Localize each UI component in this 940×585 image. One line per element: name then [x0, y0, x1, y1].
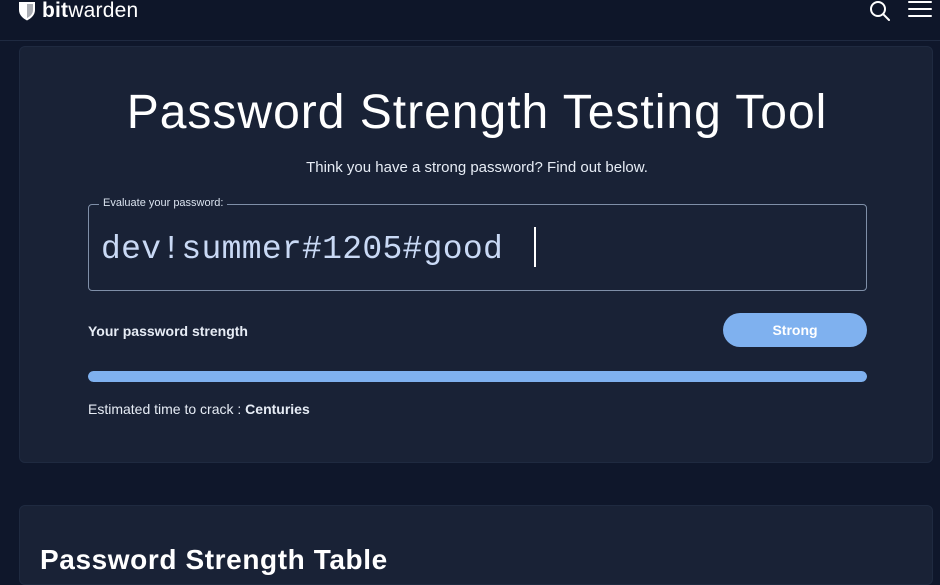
- password-strength-table-card: Password Strength Table: [19, 505, 933, 585]
- shield-logo-icon: [19, 2, 35, 21]
- hamburger-menu-button[interactable]: [906, 0, 934, 20]
- bitwarden-logo[interactable]: bitwarden: [18, 0, 138, 22]
- strength-progress-fill: [88, 371, 867, 382]
- password-field[interactable]: Evaluate your password:: [88, 197, 867, 291]
- hamburger-menu-icon-line: [908, 1, 932, 3]
- section-title: Password Strength Table: [40, 544, 388, 575]
- text-cursor: [534, 227, 536, 267]
- crack-time-value: Centuries: [245, 401, 310, 417]
- logo-wordmark: bitwarden: [42, 0, 138, 22]
- strength-badge: Strong: [723, 313, 867, 347]
- crack-time-label: Estimated time to crack :: [88, 401, 242, 417]
- crack-time-text: Estimated time to crack : Centuries: [88, 401, 310, 417]
- search-button[interactable]: [868, 0, 892, 22]
- page-subtitle: Think you have a strong password? Find o…: [306, 159, 648, 176]
- top-navigation-bar: bitwarden: [0, 0, 940, 41]
- hamburger-menu-icon-line: [908, 15, 932, 17]
- logo-wordmark-light: warden: [68, 0, 139, 22]
- page-title: Password Strength Testing Tool: [126, 86, 828, 139]
- logo-wordmark-bold: bit: [42, 0, 69, 22]
- password-strength-tool-card: Password Strength Testing Tool Think you…: [19, 46, 933, 463]
- strength-progress-bar: [88, 371, 867, 382]
- password-field-label: Evaluate your password:: [99, 197, 228, 209]
- search-icon: [870, 1, 890, 21]
- password-input[interactable]: [101, 229, 841, 269]
- hamburger-menu-icon-line: [908, 8, 932, 10]
- strength-label: Your password strength: [88, 323, 248, 339]
